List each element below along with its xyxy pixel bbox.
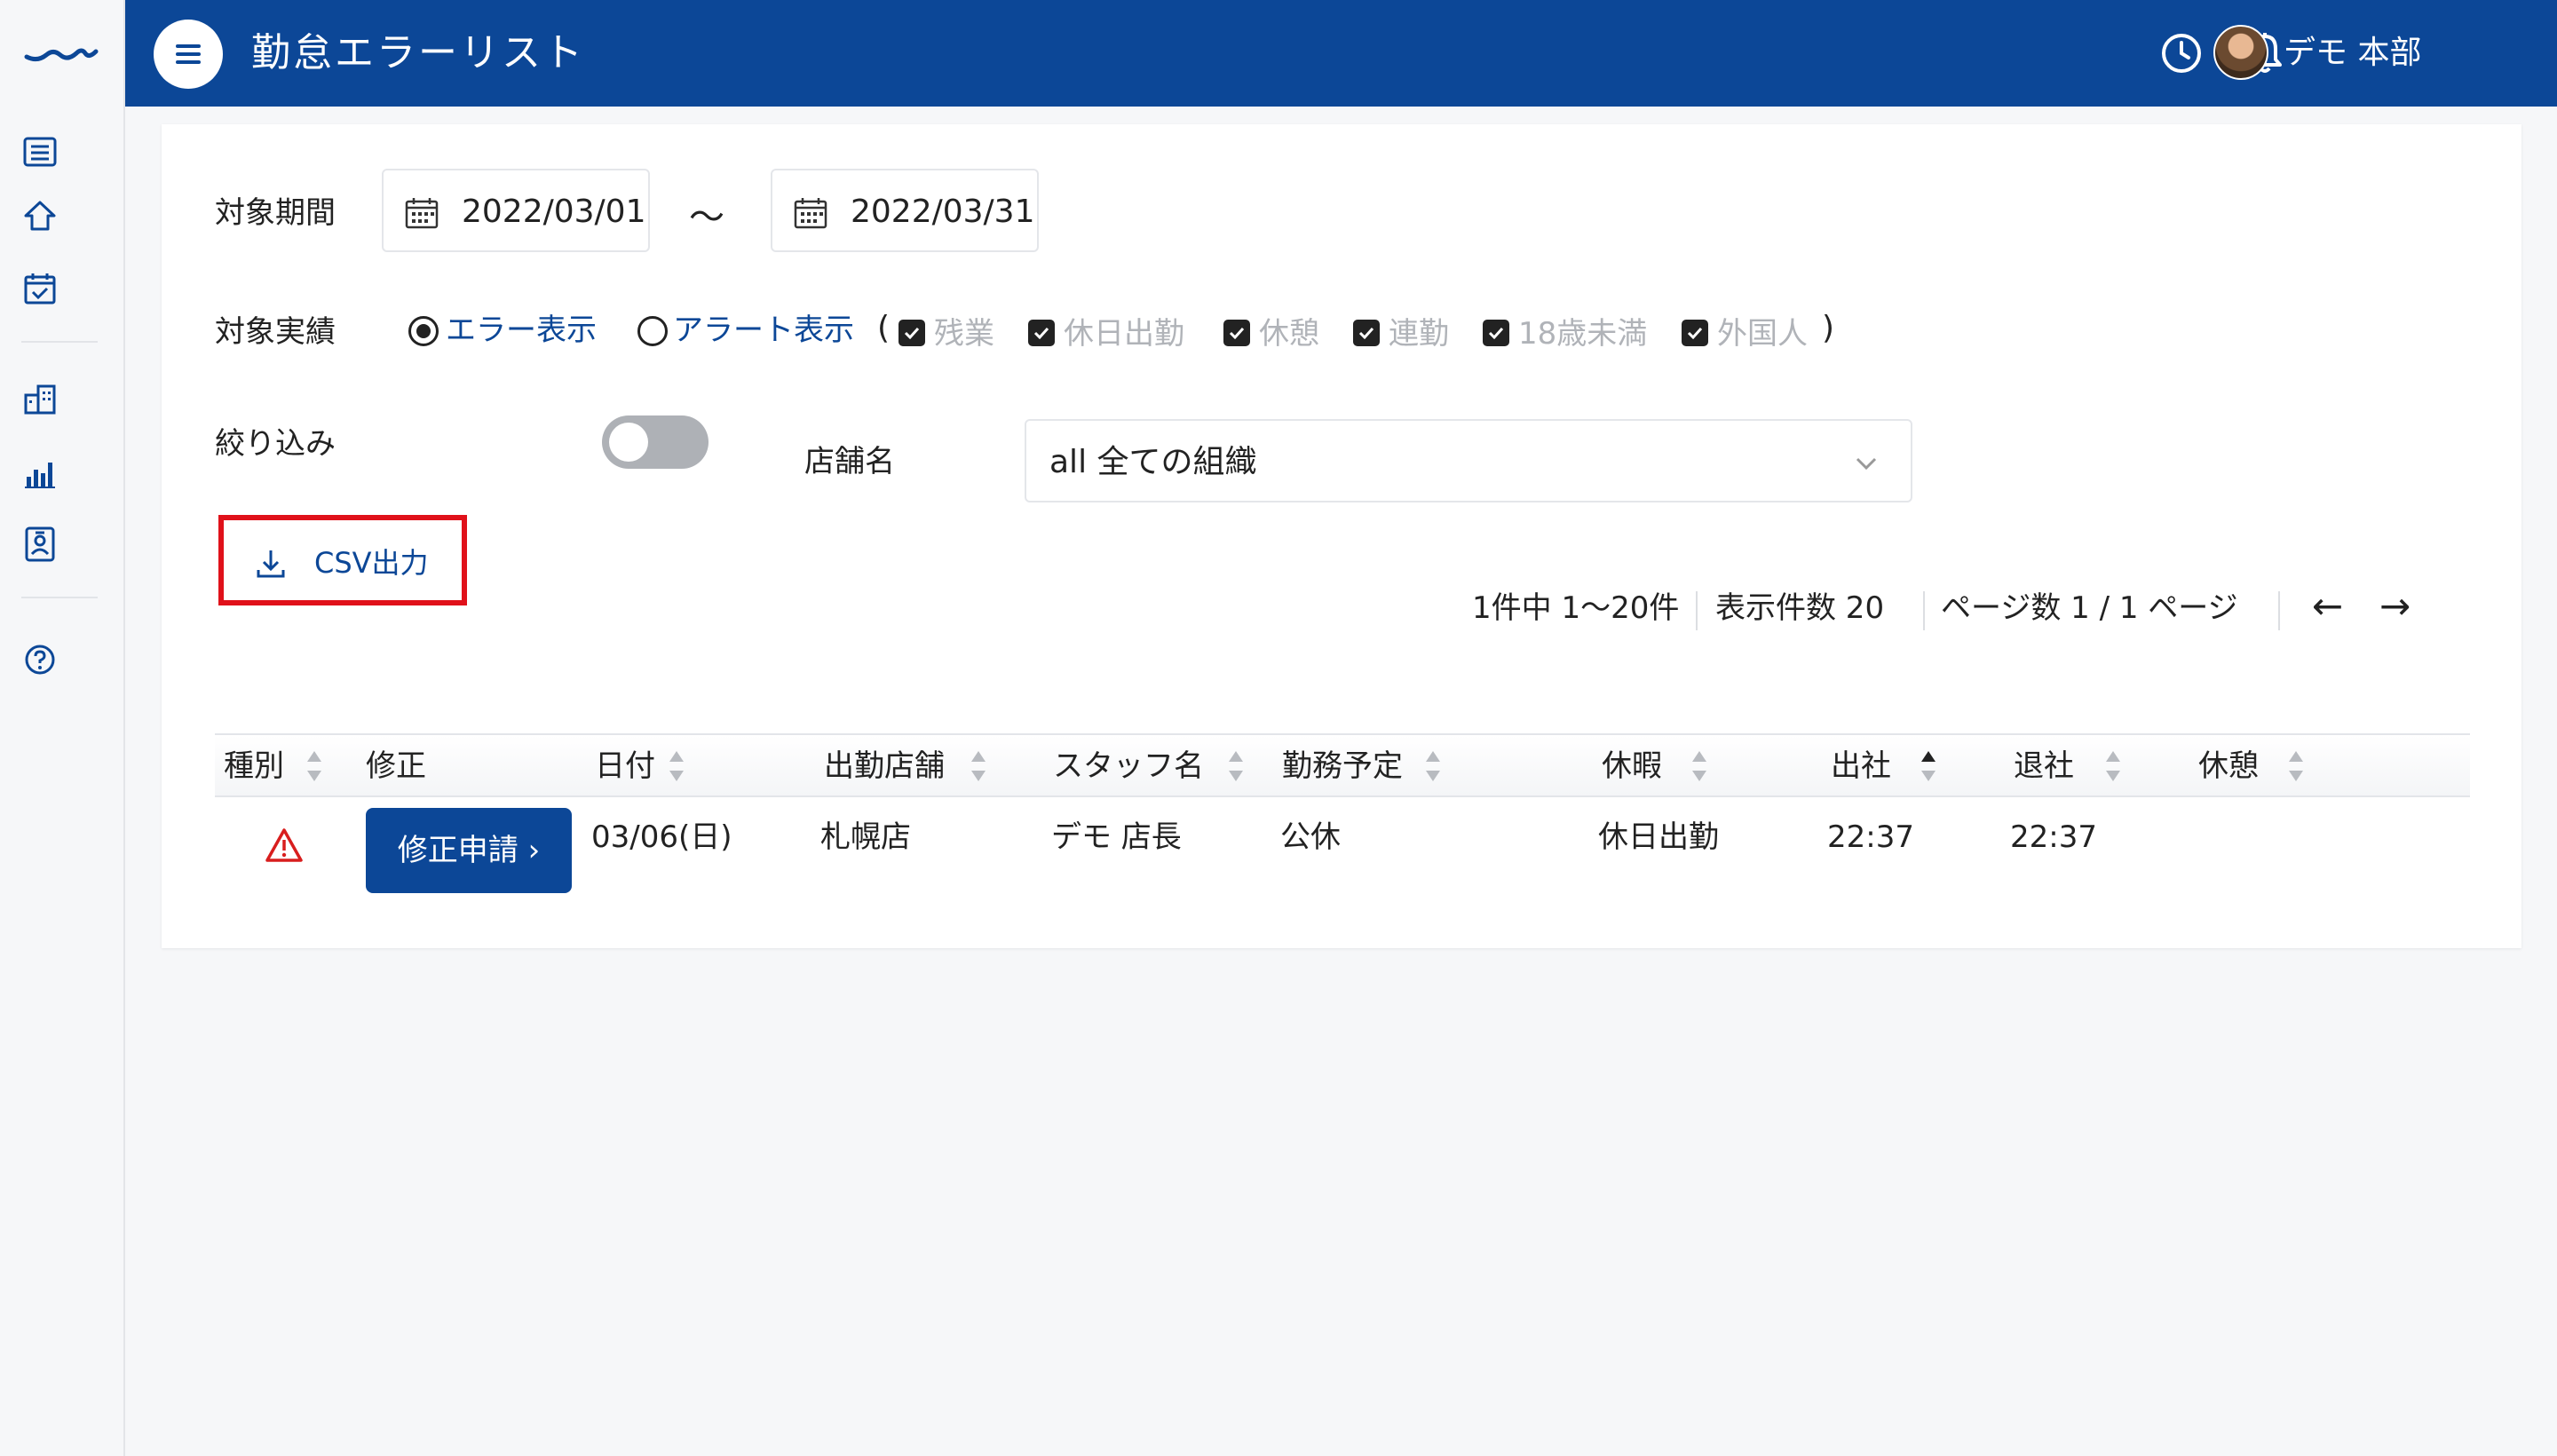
pager-pages: ページ数 1 / 1 ページ <box>1941 590 2238 626</box>
sort-icon[interactable] <box>971 751 986 781</box>
sort-icon[interactable] <box>1426 751 1440 781</box>
cell-schedule: 公休 <box>1280 819 1341 855</box>
pager-divider <box>1696 591 1698 630</box>
table-header: 種別 修正 日付 出勤店舗 スタッフ名 勤務予定 休暇 出社 退社 休憩 <box>215 733 2470 797</box>
col-clock-in[interactable]: 出社 <box>1831 744 1891 788</box>
checkbox-minor-label[interactable]: 18歳未満 <box>1518 313 1647 355</box>
checkbox-break[interactable] <box>1223 320 1250 346</box>
col-leave[interactable]: 休暇 <box>1602 744 1662 788</box>
store-label: 店舗名 <box>804 444 895 479</box>
col-type[interactable]: 種別 <box>224 744 284 788</box>
store-select[interactable]: all 全ての組織 <box>1025 419 1912 502</box>
col-store[interactable]: 出勤店舗 <box>824 744 945 788</box>
sidebar-divider <box>21 597 98 598</box>
date-from-value: 2022/03/01 <box>462 194 646 230</box>
avatar[interactable] <box>2213 25 2268 80</box>
sort-icon[interactable] <box>1229 751 1243 781</box>
bar-chart-icon[interactable] <box>21 455 59 492</box>
checkbox-break-label[interactable]: 休憩 <box>1259 313 1319 355</box>
store-select-value: all 全ての組織 <box>1049 444 1257 480</box>
col-staff[interactable]: スタッフ名 <box>1053 744 1204 788</box>
paren-open: ( <box>877 310 891 346</box>
building-icon[interactable] <box>21 380 59 417</box>
pager-per-page[interactable]: 表示件数 20 <box>1715 586 1884 630</box>
prev-page-button[interactable]: ← <box>2312 582 2343 630</box>
sort-icon[interactable] <box>2106 751 2120 781</box>
radio-alert[interactable] <box>637 316 668 346</box>
col-fix: 修正 <box>366 748 426 784</box>
target-label: 対象実績 <box>215 314 336 350</box>
checkbox-foreigner-label[interactable]: 外国人 <box>1717 313 1808 355</box>
col-break[interactable]: 休憩 <box>2198 744 2259 788</box>
sidebar-divider <box>21 341 98 343</box>
narrow-toggle[interactable] <box>602 415 709 469</box>
logo-icon[interactable] <box>23 34 99 69</box>
sort-icon[interactable] <box>1921 751 1936 781</box>
user-name[interactable]: デモ 本部 <box>2284 30 2421 76</box>
calendar-icon <box>794 198 827 229</box>
date-range-separator: 〜 <box>689 197 724 238</box>
cell-clock-in: 22:37 <box>1827 819 1914 855</box>
cell-staff: デモ 店長 <box>1051 819 1182 855</box>
calendar-check-icon[interactable] <box>21 270 59 307</box>
checkbox-holiday-work-label[interactable]: 休日出勤 <box>1064 313 1184 355</box>
home-icon[interactable] <box>21 197 59 234</box>
checkbox-overtime[interactable] <box>899 320 925 346</box>
cell-clock-out: 22:37 <box>2010 819 2097 855</box>
radio-error-label[interactable]: エラー表示 <box>446 309 597 352</box>
sort-icon[interactable] <box>2289 751 2303 781</box>
checkbox-holiday-work[interactable] <box>1028 320 1055 346</box>
sort-icon[interactable] <box>1692 751 1706 781</box>
checkbox-consecutive-label[interactable]: 連勤 <box>1389 313 1449 355</box>
checkbox-foreigner[interactable] <box>1682 320 1708 346</box>
sort-icon[interactable] <box>307 751 321 781</box>
paren-close: ) <box>1822 310 1835 346</box>
date-to-input[interactable]: 2022/03/31 <box>771 169 1039 252</box>
help-icon[interactable] <box>21 641 59 678</box>
col-clock-out[interactable]: 退社 <box>2014 744 2074 788</box>
checkbox-consecutive[interactable] <box>1353 320 1380 346</box>
cell-store: 札幌店 <box>820 819 911 855</box>
warning-icon <box>265 828 303 862</box>
date-to-value: 2022/03/31 <box>851 194 1035 230</box>
list-icon[interactable] <box>21 133 59 170</box>
cell-leave: 休日出勤 <box>1598 819 1719 855</box>
date-from-input[interactable]: 2022/03/01 <box>382 169 650 252</box>
checkbox-minor[interactable] <box>1483 320 1509 346</box>
sort-icon[interactable] <box>669 751 684 781</box>
next-page-button[interactable]: → <box>2379 582 2411 630</box>
pager-divider <box>2278 591 2280 630</box>
radio-alert-label[interactable]: アラート表示 <box>673 309 854 352</box>
page-title: 勤怠エラーリスト <box>251 30 585 75</box>
app-header: 勤怠エラーリスト デモ 本部 <box>125 0 2557 107</box>
pager-divider <box>1923 591 1925 630</box>
checkbox-overtime-label[interactable]: 残業 <box>934 313 994 355</box>
id-badge-icon[interactable] <box>21 526 59 563</box>
period-label: 対象期間 <box>215 195 336 231</box>
download-icon <box>257 550 285 578</box>
chevron-down-icon <box>1856 457 1877 471</box>
sidebar <box>0 0 125 1456</box>
clock-icon[interactable] <box>2155 27 2208 80</box>
csv-export-button[interactable]: CSV出力 <box>218 515 467 605</box>
pager-range: 1件中 1〜20件 <box>1472 590 1680 626</box>
narrow-label: 絞り込み <box>215 426 336 462</box>
radio-error[interactable] <box>408 316 439 346</box>
fix-request-button[interactable]: 修正申請 › <box>366 808 572 893</box>
cell-date: 03/06(日) <box>591 819 732 855</box>
col-schedule[interactable]: 勤務予定 <box>1282 744 1403 788</box>
calendar-icon <box>405 198 439 229</box>
col-date[interactable]: 日付 <box>595 744 655 788</box>
csv-export-label: CSV出力 <box>314 546 429 580</box>
hamburger-menu-button[interactable] <box>154 20 223 89</box>
